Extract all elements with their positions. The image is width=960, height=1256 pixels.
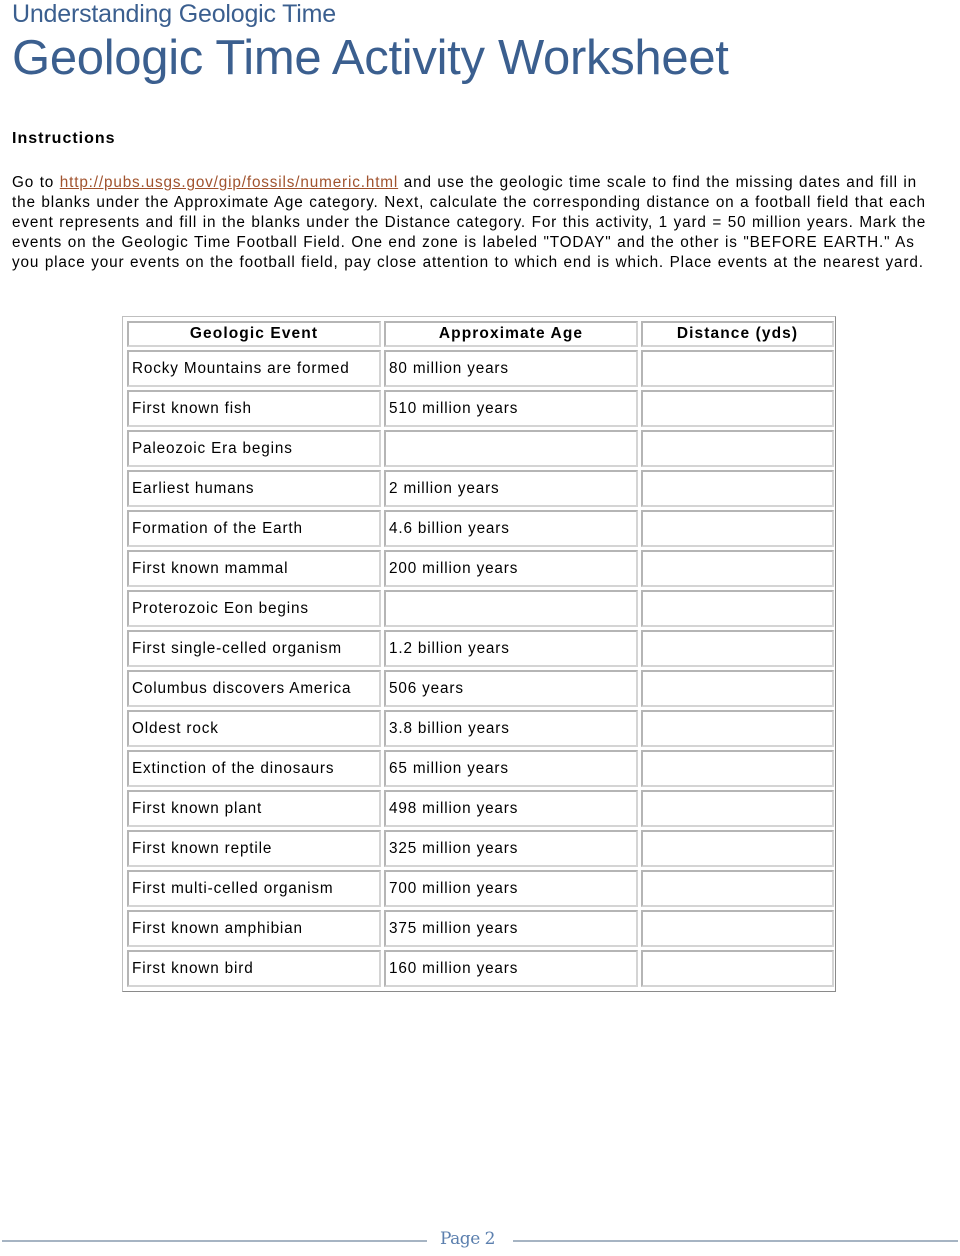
- age-cell: [384, 430, 638, 467]
- table-row: First known reptile 325 million years: [127, 830, 834, 867]
- age-cell: 700 million years: [384, 870, 638, 907]
- distance-cell[interactable]: [641, 350, 834, 387]
- distance-cell[interactable]: [641, 590, 834, 627]
- distance-cell[interactable]: [641, 790, 834, 827]
- table-row: Earliest humans 2 million years: [127, 470, 834, 507]
- event-cell: First known plant: [127, 790, 381, 827]
- age-cell: 65 million years: [384, 750, 638, 787]
- footer-rule-left: [2, 1240, 427, 1242]
- age-cell: 200 million years: [384, 550, 638, 587]
- distance-cell[interactable]: [641, 510, 834, 547]
- table-row: Rocky Mountains are formed 80 million yea…: [127, 350, 834, 387]
- age-cell: 1.2 billion years: [384, 630, 638, 667]
- age-cell: 510 million years: [384, 390, 638, 427]
- table-row: Extinction of the dinosaurs 65 million ye…: [127, 750, 834, 787]
- column-header-distance: Distance (yds): [641, 321, 834, 347]
- table-row: Formation of the Earth 4.6 billion years: [127, 510, 834, 547]
- table-row: Paleozoic Era begins: [127, 430, 834, 467]
- table-header-row: Geologic Event Approximate Age Distance …: [127, 321, 834, 347]
- instructions-text-before-link: Go to: [12, 174, 60, 191]
- table-row: First known fish 510 million years: [127, 390, 834, 427]
- table-row: First single-celled organism 1.2 billion …: [127, 630, 834, 667]
- event-cell: Formation of the Earth: [127, 510, 381, 547]
- distance-cell[interactable]: [641, 550, 834, 587]
- age-cell: 506 years: [384, 670, 638, 707]
- distance-cell[interactable]: [641, 390, 834, 427]
- page-number: Page 2: [440, 1229, 495, 1249]
- footer-rule-right: [513, 1240, 958, 1242]
- column-header-geologic-event: Geologic Event: [127, 321, 381, 347]
- age-cell: 80 million years: [384, 350, 638, 387]
- age-cell: 498 million years: [384, 790, 638, 827]
- instructions-body: Go to http://pubs.usgs.gov/gip/fossils/n…: [12, 173, 942, 273]
- instructions-heading: Instructions: [12, 130, 116, 147]
- usgs-link[interactable]: http://pubs.usgs.gov/gip/fossils/numeric…: [60, 174, 398, 191]
- table-row: First multi-celled organism 700 million y…: [127, 870, 834, 907]
- table-row: Oldest rock 3.8 billion years: [127, 710, 834, 747]
- distance-cell[interactable]: [641, 870, 834, 907]
- table-row: First known mammal 200 million years: [127, 550, 834, 587]
- table-row: First known bird 160 million years: [127, 950, 834, 987]
- age-cell: 2 million years: [384, 470, 638, 507]
- event-cell: First multi-celled organism: [127, 870, 381, 907]
- event-cell: Oldest rock: [127, 710, 381, 747]
- age-cell: 3.8 billion years: [384, 710, 638, 747]
- distance-cell[interactable]: [641, 430, 834, 467]
- table-row: First known amphibian 375 million years: [127, 910, 834, 947]
- event-cell: First known mammal: [127, 550, 381, 587]
- table-row: First known plant 498 million years: [127, 790, 834, 827]
- column-header-approximate-age: Approximate Age: [384, 321, 638, 347]
- events-table-container: Geologic Event Approximate Age Distance …: [122, 316, 836, 992]
- distance-cell[interactable]: [641, 630, 834, 667]
- event-cell: First known amphibian: [127, 910, 381, 947]
- event-cell: Rocky Mountains are formed: [127, 350, 381, 387]
- event-cell: First known bird: [127, 950, 381, 987]
- page-title: Geologic Time Activity Worksheet: [12, 31, 729, 85]
- distance-cell[interactable]: [641, 830, 834, 867]
- distance-cell[interactable]: [641, 670, 834, 707]
- table-row: Columbus discovers America 506 years: [127, 670, 834, 707]
- event-cell: Proterozoic Eon begins: [127, 590, 381, 627]
- event-cell: First known reptile: [127, 830, 381, 867]
- age-cell: 4.6 billion years: [384, 510, 638, 547]
- distance-cell[interactable]: [641, 950, 834, 987]
- event-cell: Extinction of the dinosaurs: [127, 750, 381, 787]
- age-cell: 160 million years: [384, 950, 638, 987]
- event-cell: Columbus discovers America: [127, 670, 381, 707]
- distance-cell[interactable]: [641, 710, 834, 747]
- distance-cell[interactable]: [641, 750, 834, 787]
- age-cell: 375 million years: [384, 910, 638, 947]
- age-cell: 325 million years: [384, 830, 638, 867]
- page-subtitle: Understanding Geologic Time: [12, 0, 336, 28]
- table-row: Proterozoic Eon begins: [127, 590, 834, 627]
- age-cell: [384, 590, 638, 627]
- distance-cell[interactable]: [641, 910, 834, 947]
- event-cell: Earliest humans: [127, 470, 381, 507]
- distance-cell[interactable]: [641, 470, 834, 507]
- events-table: Geologic Event Approximate Age Distance …: [124, 318, 837, 990]
- event-cell: First known fish: [127, 390, 381, 427]
- event-cell: Paleozoic Era begins: [127, 430, 381, 467]
- event-cell: First single-celled organism: [127, 630, 381, 667]
